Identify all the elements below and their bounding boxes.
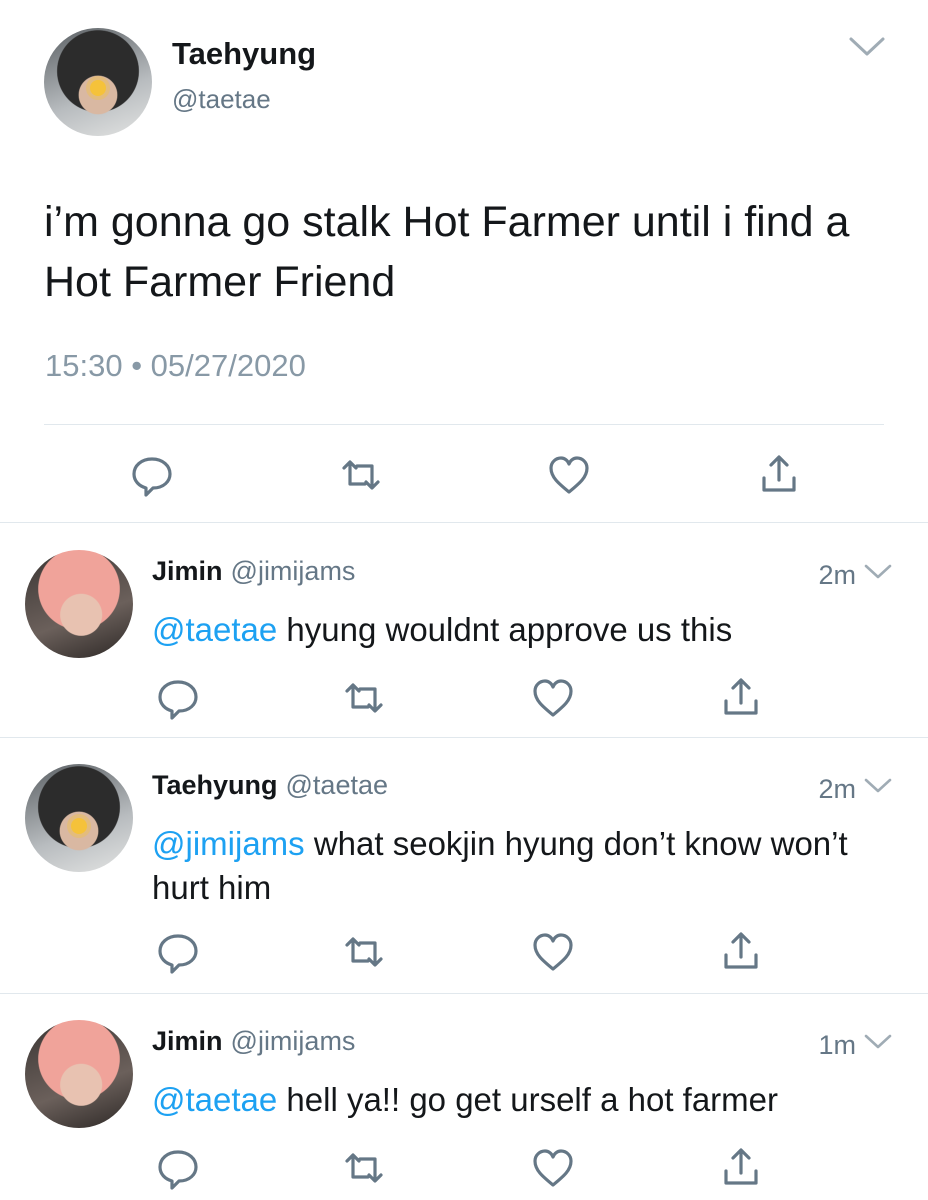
reply-time: 2m [818,560,856,590]
sparkle-sticker [90,80,106,96]
reply-header: Jimin @jimijams [152,556,355,587]
action-bar [0,1145,928,1195]
reply-body: hell ya!! go get urself a hot farmer [277,1081,779,1118]
share-icon[interactable] [718,675,764,721]
author-name[interactable]: Jimin [152,556,223,586]
retweet-icon[interactable] [338,452,384,498]
chevron-down-icon[interactable] [848,36,886,58]
retweet-icon[interactable] [341,675,387,721]
avatar[interactable] [25,550,133,658]
chevron-down-icon[interactable] [864,778,892,794]
author-handle[interactable]: @jimijams [231,1026,356,1056]
mention-link[interactable]: @taetae [152,1081,277,1118]
divider [0,993,928,994]
tweet-text: i’m gonna go stalk Hot Farmer until i fi… [44,198,850,306]
sparkle-sticker [71,818,87,834]
reply-text: @jimijams what seokjin hyung don’t know … [152,822,852,910]
reply-time: 1m [818,1030,856,1060]
author-name[interactable]: Taehyung [172,36,316,72]
retweet-icon[interactable] [341,929,387,975]
reply-tweet: Taehyung @taetae 2m @jimijams what seokji… [0,744,928,994]
share-icon[interactable] [718,929,764,975]
reply-icon[interactable] [155,1145,201,1191]
tweet-timestamp: 15:30 • 05/27/2020 [45,348,306,383]
reply-header: Taehyung @taetae [152,770,388,801]
reply-header: Jimin @jimijams [152,1026,355,1057]
author-handle[interactable]: @taetae [286,770,388,800]
action-bar [0,929,928,979]
author-handle[interactable]: @taetae [172,84,271,115]
author-name[interactable]: Jimin [152,1026,223,1056]
reply-icon[interactable] [155,929,201,975]
share-icon[interactable] [718,1145,764,1191]
mention-link[interactable]: @taetae [152,611,277,648]
like-icon[interactable] [530,929,576,975]
divider [44,424,884,425]
main-tweet: Taehyung @taetae i’m gonna go stalk Hot … [0,0,928,523]
avatar[interactable] [44,28,152,136]
avatar[interactable] [25,1020,133,1128]
reply-body: hyung wouldnt approve us this [277,611,733,648]
chevron-down-icon[interactable] [864,564,892,580]
mention-link[interactable]: @jimijams [152,825,305,862]
chevron-down-icon[interactable] [864,1034,892,1050]
share-icon[interactable] [756,452,802,498]
divider [0,737,928,738]
avatar[interactable] [25,764,133,872]
reply-text: @taetae hyung wouldnt approve us this [152,608,872,652]
divider [0,522,928,523]
action-bar [0,675,928,725]
action-bar [0,452,928,502]
reply-text: @taetae hell ya!! go get urself a hot fa… [152,1078,872,1122]
reply-icon[interactable] [155,675,201,721]
reply-icon[interactable] [129,452,175,498]
reply-tweet: Jimin @jimijams 1m @taetae hell ya!! go g… [0,1000,928,1200]
reply-time: 2m [818,774,856,804]
author-handle[interactable]: @jimijams [231,556,356,586]
reply-tweet: Jimin @jimijams 2m @taetae hyung wouldnt … [0,530,928,737]
like-icon[interactable] [530,675,576,721]
author-name[interactable]: Taehyung [152,770,278,800]
retweet-icon[interactable] [341,1145,387,1191]
like-icon[interactable] [530,1145,576,1191]
like-icon[interactable] [546,452,592,498]
